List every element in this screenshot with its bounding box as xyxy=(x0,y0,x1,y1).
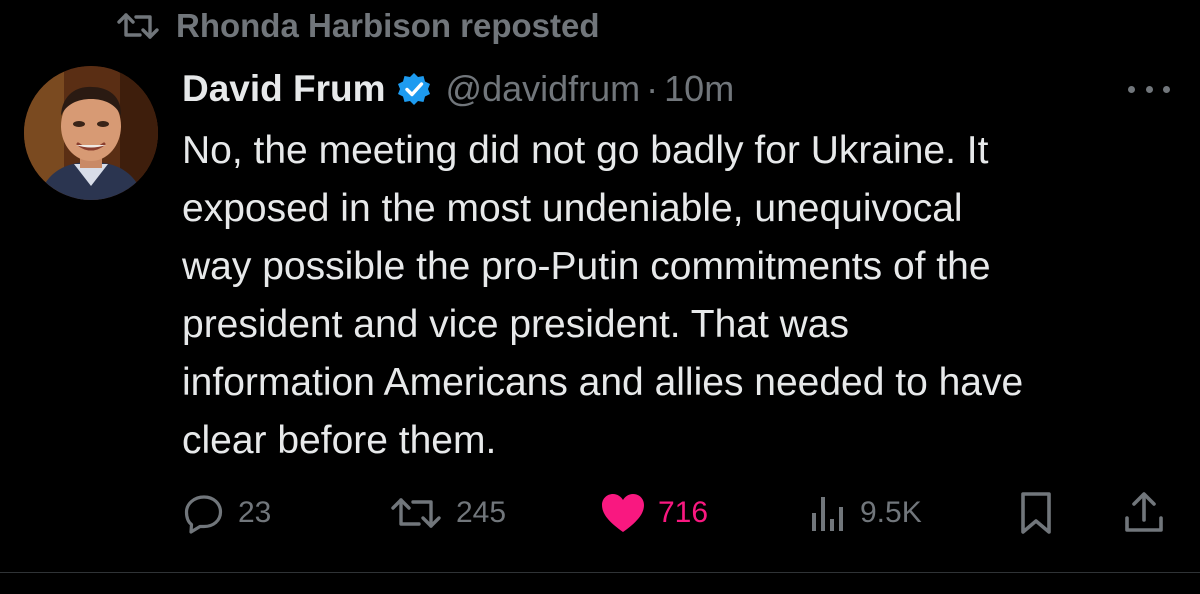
more-dot xyxy=(1128,85,1135,93)
tweet-text-line: clear before them. xyxy=(182,419,497,462)
reply-count: 23 xyxy=(238,496,272,529)
separator-dot: · xyxy=(646,68,659,109)
bookmark-icon xyxy=(1021,492,1051,534)
like-count: 716 xyxy=(658,496,709,529)
tweet-text-line: way possible the pro-Putin commitments o… xyxy=(182,245,991,288)
author-name[interactable]: David Frum xyxy=(182,68,386,110)
author-handle[interactable]: @davidfrum xyxy=(446,68,641,110)
more-options-icon[interactable] xyxy=(1128,74,1170,104)
divider xyxy=(0,572,1200,573)
repost-label: Rhonda Harbison reposted xyxy=(176,7,600,44)
share-icon xyxy=(1125,492,1163,532)
share-button[interactable] xyxy=(1122,488,1166,538)
tweet-text-line: information Americans and allies needed … xyxy=(182,361,1024,404)
view-count: 9.5K xyxy=(860,496,922,529)
avatar[interactable] xyxy=(24,66,158,200)
action-bar: 23 245 716 9.5K xyxy=(182,488,1172,538)
timestamp[interactable]: 10m xyxy=(664,68,734,110)
like-button[interactable]: 716 xyxy=(600,488,708,538)
avatar-photo xyxy=(24,66,158,200)
tweet-text-line: No, the meeting did not go badly for Ukr… xyxy=(182,129,989,172)
tweet-text-line: president and vice president. That was xyxy=(182,303,849,346)
repost-button[interactable]: 245 xyxy=(388,488,506,538)
tweet-text: No, the meeting did not go badly for Ukr… xyxy=(182,122,1172,470)
heart-icon xyxy=(602,494,644,532)
more-dot xyxy=(1163,85,1170,93)
repost-icon xyxy=(391,498,441,528)
tweet-card[interactable]: Rhonda Harbison reposted David Frum @dav… xyxy=(0,0,1200,594)
analytics-icon xyxy=(812,497,843,531)
repost-count: 245 xyxy=(456,496,507,529)
tweet-header: David Frum @davidfrum · 10m xyxy=(182,62,734,116)
more-dot xyxy=(1145,85,1153,93)
reply-button[interactable]: 23 xyxy=(182,488,271,538)
tweet-text-line: exposed in the most undeniable, unequivo… xyxy=(182,187,963,230)
bookmark-button[interactable] xyxy=(1016,488,1056,538)
reply-icon xyxy=(184,495,223,534)
verified-badge-icon[interactable] xyxy=(396,71,432,107)
views-button[interactable]: 9.5K xyxy=(810,488,922,538)
repost-context[interactable]: Rhonda Harbison reposted xyxy=(116,4,600,48)
repost-icon xyxy=(117,13,159,39)
